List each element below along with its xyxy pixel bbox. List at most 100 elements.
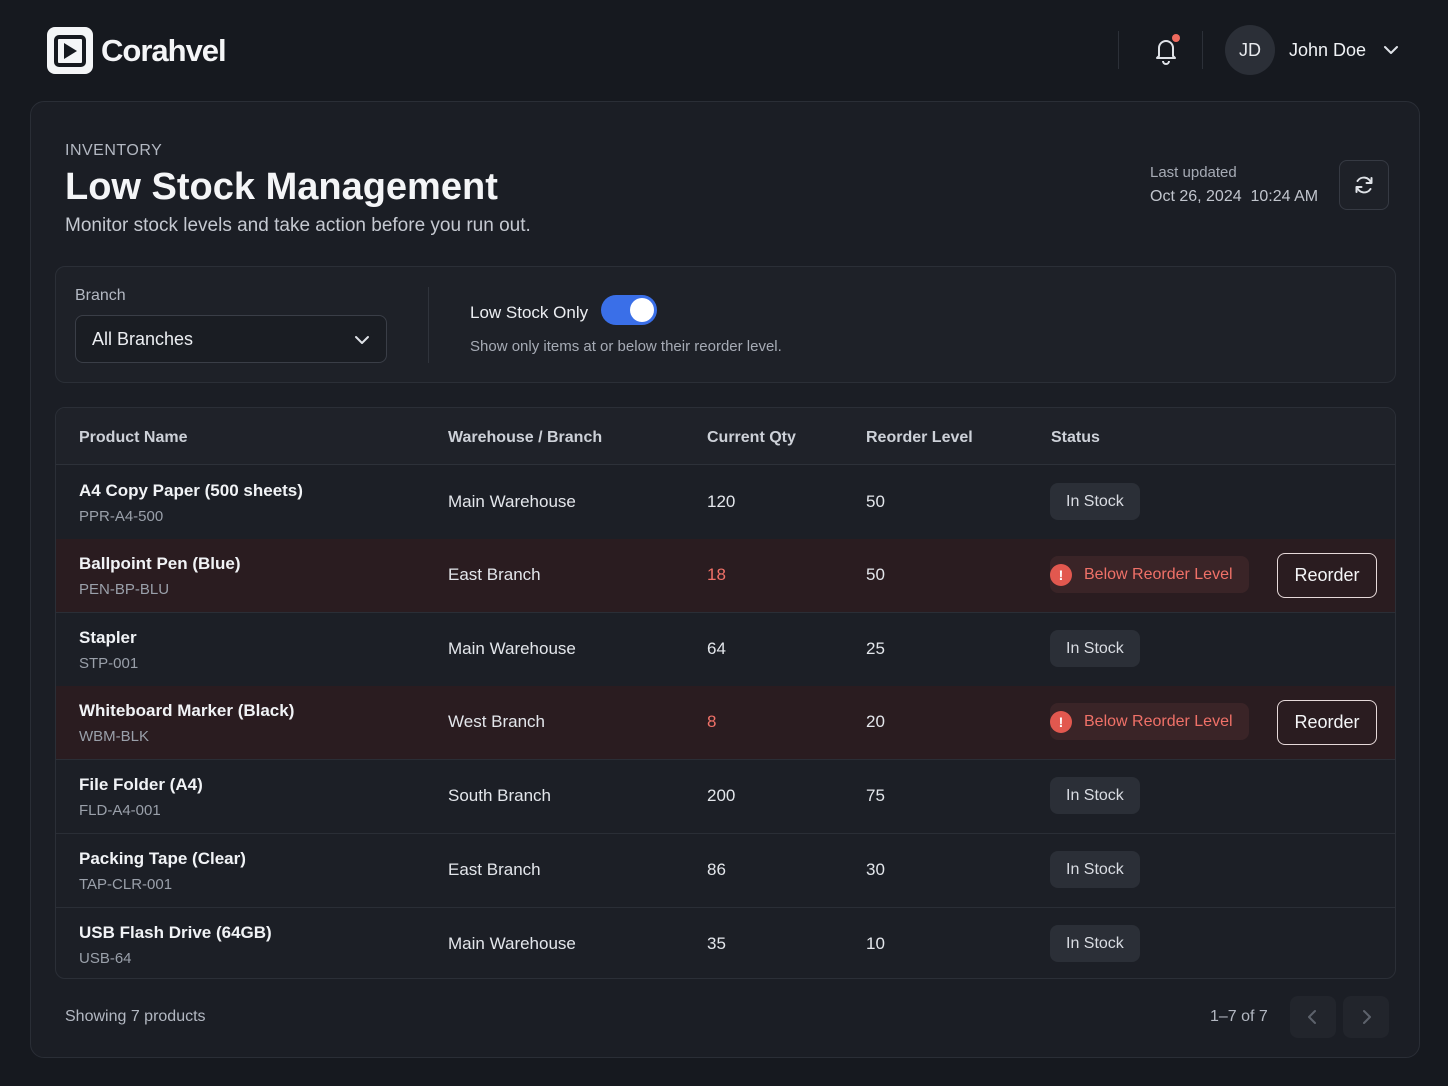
low-stock-toggle-description: Show only items at or below their reorde… [470, 338, 782, 355]
status-badge: In Stock [1050, 630, 1140, 667]
status-badge: In Stock [1050, 777, 1140, 814]
reorder-level: 20 [866, 712, 885, 731]
next-page-button[interactable] [1343, 996, 1389, 1038]
section-eyebrow: INVENTORY [65, 142, 163, 159]
column-current-qty[interactable]: Current Qty [707, 429, 796, 447]
product-name: File Folder (A4) [79, 775, 203, 794]
reorder-level: 50 [866, 565, 885, 584]
warehouse-branch: South Branch [448, 786, 552, 805]
product-name: Whiteboard Marker (Black) [79, 701, 295, 720]
status-badge: In Stock [1050, 483, 1140, 520]
table-row[interactable]: Packing Tape (Clear) TAP-CLR-001 East Br… [56, 834, 1395, 908]
refresh-button[interactable] [1339, 160, 1389, 210]
app-name: Corahvel [101, 32, 227, 68]
last-updated-label: Last updated [1150, 164, 1237, 181]
warehouse-branch: West Branch [448, 712, 546, 731]
user-name[interactable]: John Doe [1289, 40, 1366, 61]
product-name: A4 Copy Paper (500 sheets) [79, 481, 303, 500]
table-row[interactable]: USB Flash Drive (64GB) USB-64 Main Wareh… [56, 908, 1395, 978]
table-row[interactable]: File Folder (A4) FLD-A4-001 South Branch… [56, 760, 1395, 834]
previous-page-button[interactable] [1290, 996, 1336, 1038]
table-row[interactable]: A4 Copy Paper (500 sheets) PPR-A4-500 Ma… [56, 466, 1395, 540]
refresh-icon [1355, 176, 1373, 194]
table-row[interactable]: Whiteboard Marker (Black) WBM-BLK West B… [56, 686, 1395, 760]
table-header: Product Name Warehouse / Branch Current … [56, 408, 1395, 465]
last-updated-value: Oct 26, 2024 10:24 AM [1150, 188, 1319, 205]
status-badge: In Stock [1050, 925, 1140, 962]
filter-divider [428, 287, 429, 363]
status-text: In Stock [1066, 934, 1124, 952]
status-text: In Stock [1066, 492, 1124, 510]
status-text: Below Reorder Level [1084, 712, 1233, 730]
current-qty: 8 [707, 712, 717, 731]
column-reorder-level[interactable]: Reorder Level [866, 429, 973, 447]
status-text: In Stock [1066, 860, 1124, 878]
chevron-left-icon [1308, 1010, 1316, 1024]
bell-icon[interactable] [1150, 34, 1182, 66]
branch-select[interactable]: All Branches [75, 315, 387, 363]
page-subtitle: Monitor stock levels and take action bef… [65, 215, 531, 236]
stock-table: Product Name Warehouse / Branch Current … [55, 407, 1396, 979]
warehouse-branch: Main Warehouse [448, 492, 576, 511]
status-badge: ! Below Reorder Level [1050, 703, 1249, 740]
column-status[interactable]: Status [1051, 429, 1100, 447]
divider [1118, 31, 1119, 69]
column-product-name[interactable]: Product Name [79, 429, 187, 447]
avatar[interactable]: JD [1225, 25, 1275, 75]
reorder-level: 50 [866, 492, 885, 511]
reorder-level: 75 [866, 786, 885, 805]
status-text: Below Reorder Level [1084, 565, 1233, 583]
top-bar: Corahvel JD John Doe [0, 0, 1448, 100]
product-sku: FLD-A4-001 [79, 802, 161, 819]
warehouse-branch: Main Warehouse [448, 934, 576, 953]
current-qty: 86 [707, 860, 726, 879]
product-name: Packing Tape (Clear) [79, 849, 246, 868]
low-stock-toggle-label: Low Stock Only [470, 303, 589, 322]
product-name: USB Flash Drive (64GB) [79, 923, 272, 942]
page-title: Low Stock Management [65, 166, 498, 208]
branch-select-value: All Branches [92, 328, 194, 349]
logo[interactable]: Corahvel [47, 27, 227, 74]
chevron-down-icon [355, 336, 369, 344]
reorder-level: 25 [866, 639, 885, 658]
status-badge: ! Below Reorder Level [1050, 556, 1249, 593]
status-text: In Stock [1066, 639, 1124, 657]
table-row[interactable]: Ballpoint Pen (Blue) PEN-BP-BLU East Bra… [56, 539, 1395, 613]
current-qty: 200 [707, 786, 736, 805]
warehouse-branch: East Branch [448, 565, 541, 584]
warehouse-branch: East Branch [448, 860, 541, 879]
status-text: In Stock [1066, 786, 1124, 804]
product-name: Stapler [79, 628, 137, 647]
warehouse-branch: Main Warehouse [448, 639, 576, 658]
filter-panel: Branch All Branches Low Stock Only Show … [55, 266, 1396, 383]
divider [1202, 31, 1203, 69]
alert-icon: ! [1050, 563, 1072, 586]
chevron-right-icon [1363, 1010, 1371, 1024]
table-row[interactable]: Stapler STP-001 Main Warehouse 64 25 In … [56, 613, 1395, 687]
column-warehouse-branch[interactable]: Warehouse / Branch [448, 429, 602, 447]
branch-label: Branch [75, 287, 126, 304]
inventory-card: INVENTORY Low Stock Management Monitor s… [30, 101, 1420, 1058]
reorder-level: 10 [866, 934, 885, 953]
current-qty: 35 [707, 934, 726, 953]
reorder-level: 30 [866, 860, 885, 879]
reorder-button[interactable]: Reorder [1277, 700, 1377, 745]
page-range: 1–7 of 7 [1210, 1008, 1268, 1025]
toggle-knob [630, 298, 654, 322]
product-sku: PEN-BP-BLU [79, 581, 170, 598]
product-sku: STP-001 [79, 655, 139, 672]
product-name: Ballpoint Pen (Blue) [79, 554, 241, 573]
product-sku: WBM-BLK [79, 728, 150, 745]
reorder-button[interactable]: Reorder [1277, 553, 1377, 598]
product-sku: PPR-A4-500 [79, 508, 164, 525]
notification-dot [1172, 34, 1180, 42]
alert-icon: ! [1050, 710, 1072, 733]
product-sku: TAP-CLR-001 [79, 876, 173, 893]
current-qty: 18 [707, 565, 726, 584]
chevron-down-icon[interactable] [1383, 42, 1399, 58]
status-badge: In Stock [1050, 851, 1140, 888]
low-stock-toggle[interactable] [601, 295, 657, 325]
product-sku: USB-64 [79, 950, 132, 967]
current-qty: 64 [707, 639, 726, 658]
current-qty: 120 [707, 492, 736, 511]
